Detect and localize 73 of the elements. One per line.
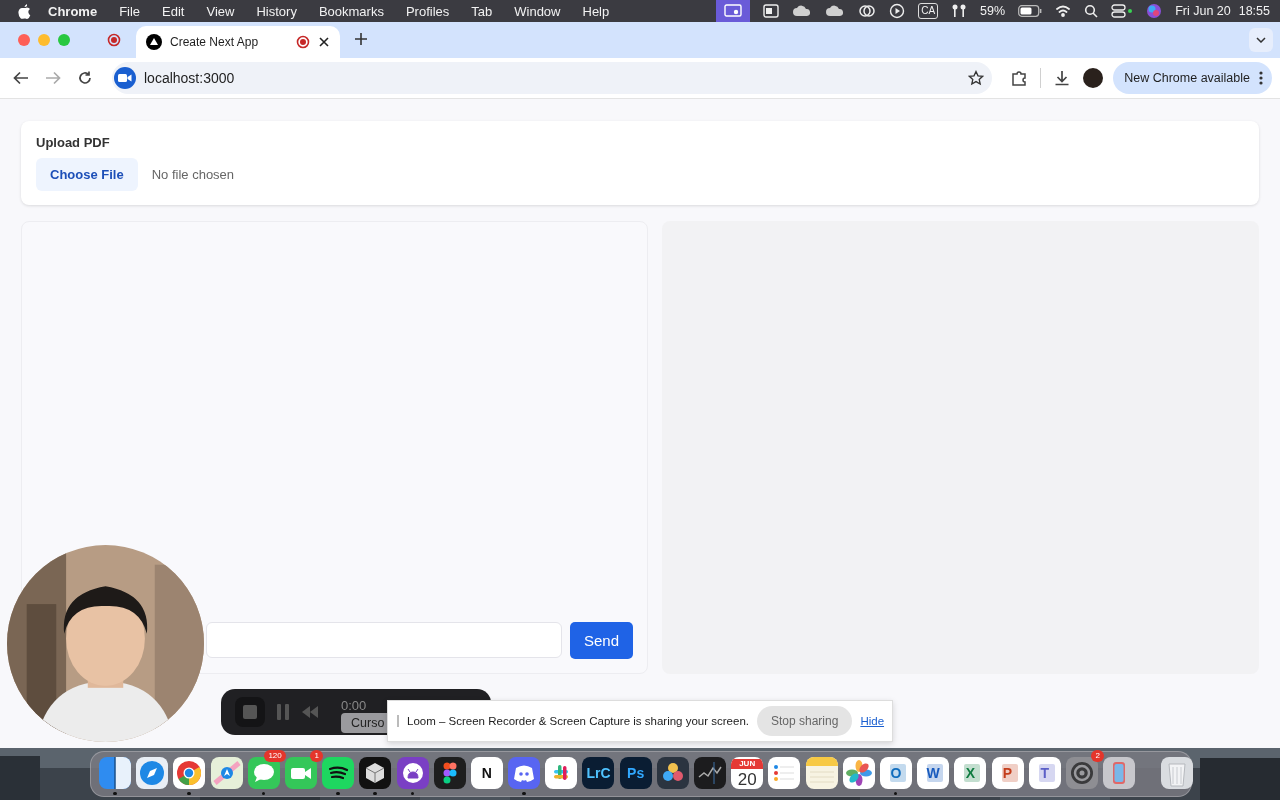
menu-item[interactable]: Window: [503, 3, 572, 19]
stop-sharing-button[interactable]: Stop sharing: [757, 706, 853, 736]
sharing-message: Loom – Screen Recorder & Screen Capture is sharing your screen.: [407, 715, 749, 727]
dock-app-icon[interactable]: O: [879, 757, 912, 789]
record-icon: [107, 33, 121, 47]
search-icon[interactable]: [1084, 4, 1099, 18]
menu-item[interactable]: Profiles: [394, 3, 461, 19]
puzzle-piece-icon[interactable]: [1010, 69, 1029, 87]
browser-tab[interactable]: Create Next App: [136, 26, 340, 58]
hide-link[interactable]: Hide: [860, 715, 885, 727]
apple-logo-icon[interactable]: [17, 3, 31, 19]
menu-item[interactable]: Edit: [151, 3, 196, 19]
siri-icon[interactable]: [1146, 3, 1163, 19]
dock-app-icon[interactable]: X: [954, 757, 987, 789]
reload-icon[interactable]: [77, 70, 93, 86]
notification-badge: 120: [264, 750, 286, 762]
dock-app-icon[interactable]: [433, 757, 466, 789]
drag-handle[interactable]: [397, 715, 399, 727]
menu-bar-time[interactable]: 18:55: [1238, 4, 1270, 18]
chevron-down-icon: [1256, 37, 1266, 43]
dock-app-icon[interactable]: JUN 20: [731, 757, 764, 789]
menu-item[interactable]: Tab: [460, 3, 504, 19]
profile-avatar[interactable]: [1083, 68, 1104, 88]
battery-icon[interactable]: [1018, 5, 1043, 17]
back-icon[interactable]: [13, 71, 29, 85]
menu-item[interactable]: Chrome: [31, 3, 109, 19]
download-icon[interactable]: [1054, 70, 1071, 86]
new-tab-icon[interactable]: [354, 32, 368, 46]
dock-app-icon[interactable]: [322, 757, 355, 789]
upload-label: Upload PDF: [36, 135, 111, 150]
cloud-icon[interactable]: [792, 4, 813, 18]
stop-icon: [243, 705, 257, 719]
menu-item[interactable]: View: [195, 3, 246, 19]
recording-time: 0:00: [341, 698, 367, 713]
cloud-icon[interactable]: [825, 4, 846, 18]
earbuds-icon[interactable]: [951, 3, 968, 19]
send-button[interactable]: Send: [569, 622, 633, 659]
close-icon[interactable]: [318, 36, 330, 48]
menu-bar-date[interactable]: Fri Jun 20: [1175, 4, 1231, 18]
control-center-icon[interactable]: [1111, 4, 1134, 18]
star-icon[interactable]: [968, 70, 985, 86]
captions-icon[interactable]: CA: [918, 3, 939, 19]
play-icon[interactable]: [889, 3, 906, 19]
menu-item[interactable]: History: [245, 3, 308, 19]
dock-app-icon[interactable]: [1161, 757, 1194, 789]
menu-item[interactable]: Bookmarks: [307, 3, 395, 19]
dock-app-icon[interactable]: [359, 757, 392, 789]
file-status: No file chosen: [151, 167, 235, 182]
menu-item[interactable]: Help: [571, 3, 621, 19]
battery-percent: 59%: [980, 4, 1006, 18]
address-bar[interactable]: localhost:3000: [112, 62, 993, 94]
rings-icon[interactable]: [858, 3, 877, 19]
dock-app-icon[interactable]: W: [917, 757, 950, 789]
record-icon: [296, 35, 310, 49]
dock-app-icon[interactable]: [396, 757, 429, 789]
dock-app-icon[interactable]: Ps: [619, 757, 652, 789]
video-camera-icon: [118, 73, 132, 83]
update-button[interactable]: New Chrome available: [1113, 62, 1272, 94]
message-input[interactable]: [206, 622, 562, 658]
dock-app-icon[interactable]: T: [1028, 757, 1061, 789]
triangle-logo-icon: [146, 34, 162, 50]
more-icon: [1259, 71, 1263, 85]
dock-app-icon[interactable]: P: [991, 757, 1024, 789]
stop-button[interactable]: [235, 697, 265, 727]
menu-item[interactable]: File: [108, 3, 152, 19]
dock-app-icon[interactable]: N: [470, 757, 503, 789]
dock-app-icon[interactable]: [694, 757, 726, 789]
dock-app-icon[interactable]: LrC: [582, 757, 615, 789]
tab-search-button[interactable]: [1249, 28, 1273, 52]
choose-file-button[interactable]: Choose File: [36, 158, 138, 191]
dock-app-icon[interactable]: [656, 757, 689, 789]
screen-share-icon[interactable]: [716, 0, 751, 22]
wifi-icon[interactable]: [1055, 4, 1072, 18]
